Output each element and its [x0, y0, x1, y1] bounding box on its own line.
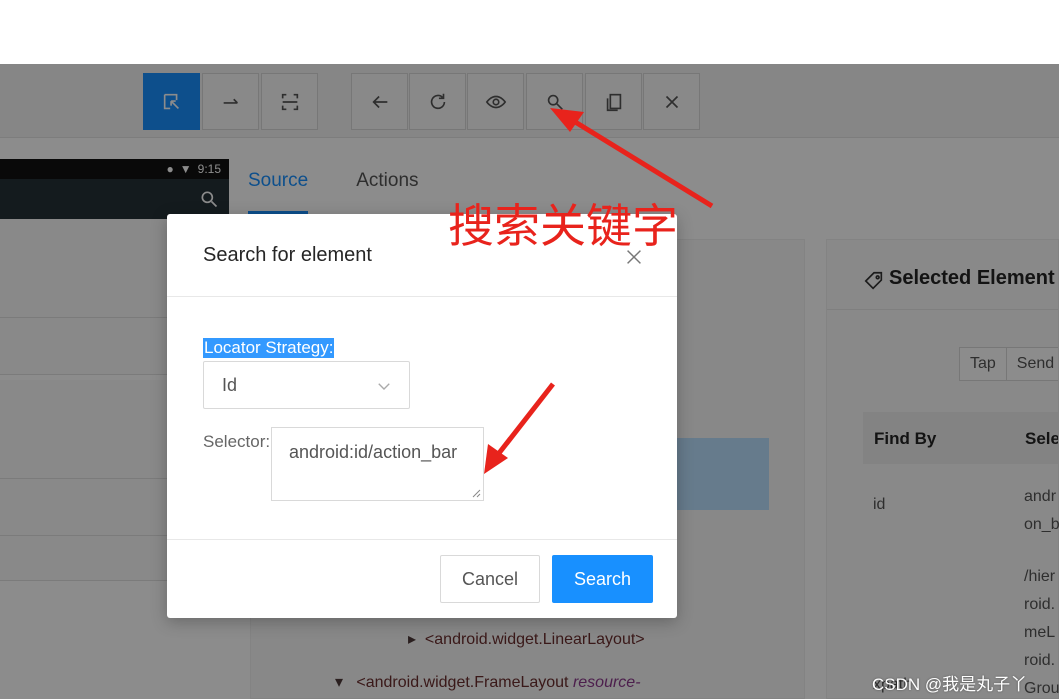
dialog-title: Search for element [203, 244, 372, 266]
top-blank-area [0, 0, 1059, 64]
chevron-down-icon [378, 383, 390, 390]
dialog-header-divider [167, 296, 677, 297]
search-button[interactable]: Search [552, 555, 653, 603]
selector-value: android:id/action_bar [289, 442, 458, 462]
cancel-button[interactable]: Cancel [440, 555, 540, 603]
selector-label: Selector: [203, 432, 271, 451]
locator-strategy-label: Locator Strategy: [203, 338, 335, 358]
resize-grip-icon[interactable] [471, 488, 481, 498]
dialog-footer-divider [167, 539, 677, 540]
search-dialog: Search for element Locator Strategy: Id … [167, 214, 677, 618]
screen: ● ▼ 9:15 Source Actions Selected Element [0, 0, 1059, 699]
locator-strategy-value: Id [222, 375, 238, 395]
locator-strategy-select[interactable]: Id [203, 361, 410, 409]
annotation-text: 搜索关键字 [448, 199, 678, 253]
watermark: CSDN @我是丸子丫 [872, 675, 1028, 694]
selector-textarea[interactable]: android:id/action_bar [271, 427, 484, 501]
